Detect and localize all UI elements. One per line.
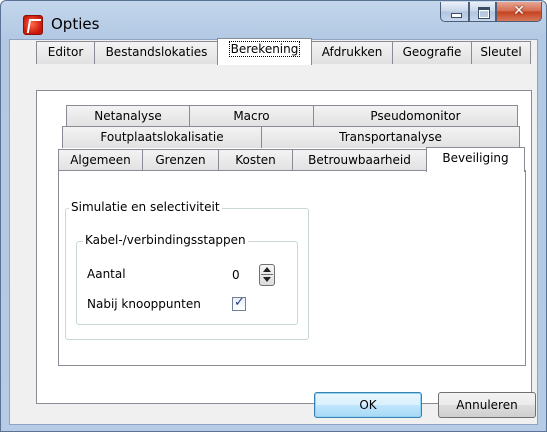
tab-macro[interactable]: Macro	[189, 105, 314, 127]
tab-netanalyse[interactable]: Netanalyse	[66, 105, 190, 127]
aantal-stepper[interactable]: 0	[229, 264, 277, 286]
tab-afdrukken[interactable]: Afdrukken	[311, 41, 393, 64]
simulatie-group-label: Simulatie en selectiviteit	[69, 200, 222, 214]
options-window: Opties ✕ Editor Bestandslokaties Bereken…	[0, 0, 547, 432]
nabij-knooppunten-label: Nabij knooppunten	[87, 297, 201, 311]
app-icon	[23, 15, 43, 35]
tab-betrouwbaarheid[interactable]: Betrouwbaarheid	[292, 149, 427, 171]
tab-bestandslokaties[interactable]: Bestandslokaties	[94, 41, 219, 64]
title-bar[interactable]: Opties ✕	[1, 1, 546, 39]
nabij-knooppunten-checkbox[interactable]: ✓	[232, 295, 246, 311]
minimize-button[interactable]	[440, 2, 469, 22]
tab-foutplaatslokalisatie[interactable]: Foutplaatslokalisatie	[62, 126, 262, 148]
tab-algemeen[interactable]: Algemeen	[58, 149, 143, 171]
tab-transportanalyse[interactable]: Transportanalyse	[261, 126, 520, 148]
close-button[interactable]: ✕	[496, 2, 542, 22]
maximize-button[interactable]	[469, 2, 496, 22]
aantal-value[interactable]: 0	[229, 265, 255, 285]
tab-berekening[interactable]: Berekening	[217, 38, 312, 65]
tab-pseudomonitor[interactable]: Pseudomonitor	[313, 105, 518, 127]
tab-beveiliging[interactable]: Beveiliging	[426, 147, 525, 172]
spin-up-down-icon[interactable]	[259, 264, 275, 286]
cancel-button[interactable]: Annuleren	[438, 392, 536, 418]
close-icon: ✕	[513, 3, 525, 19]
ok-button[interactable]: OK	[314, 392, 422, 418]
tab-berekening-label: Berekening	[228, 41, 301, 57]
kabel-group-label: Kabel-/verbindingsstappen	[83, 233, 248, 247]
aantal-label: Aantal	[87, 267, 126, 281]
tab-sleutel[interactable]: Sleutel	[471, 41, 531, 64]
tab-geografie[interactable]: Geografie	[392, 41, 472, 64]
window-title: Opties	[51, 15, 100, 33]
tab-kosten[interactable]: Kosten	[218, 149, 293, 171]
checkmark-icon: ✓	[234, 295, 245, 310]
tab-editor[interactable]: Editor	[36, 41, 95, 64]
tab-grenzen[interactable]: Grenzen	[142, 149, 219, 171]
